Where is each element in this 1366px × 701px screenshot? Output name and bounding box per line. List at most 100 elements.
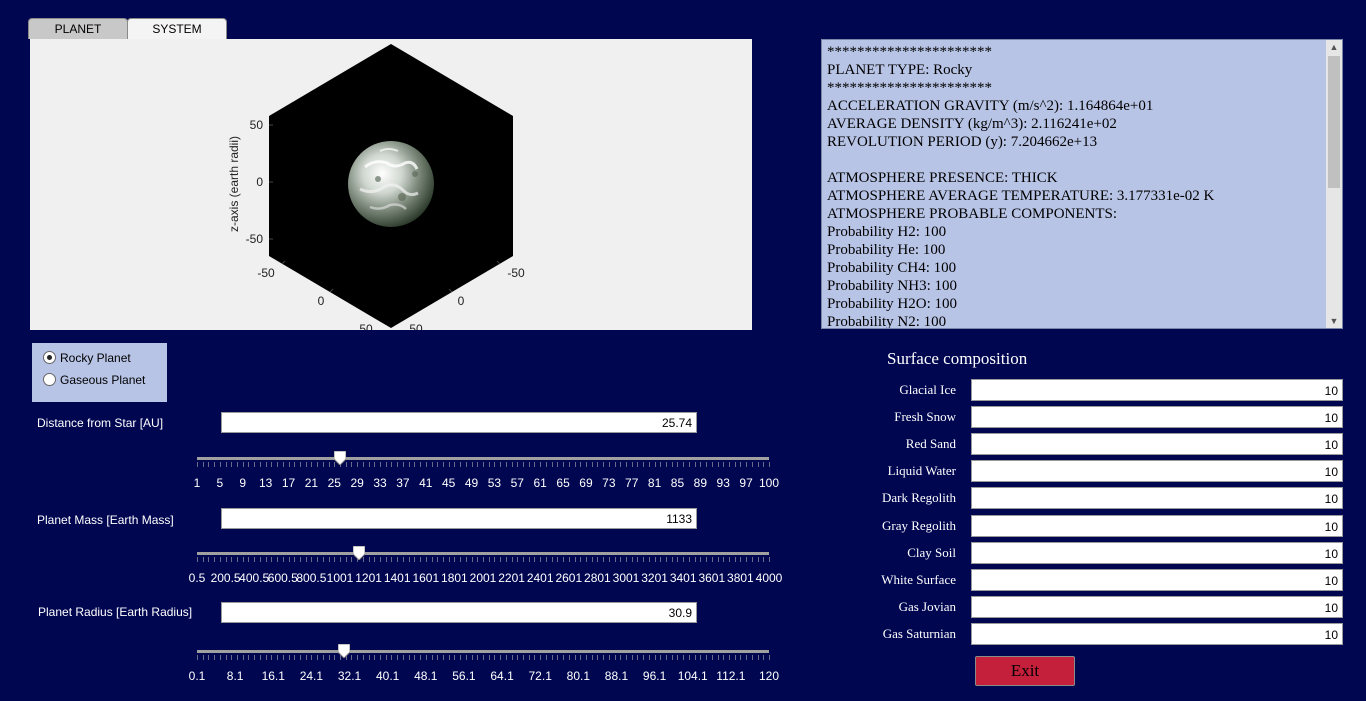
radius-tick-label: 56.1 — [452, 669, 476, 683]
radius-input[interactable]: 30.9 — [221, 602, 697, 623]
slider-tick-mark — [563, 655, 565, 660]
surface-input-gas-jovian[interactable]: 10 — [971, 596, 1343, 618]
distance-tick-label: 9 — [239, 476, 247, 490]
radius-slider[interactable] — [197, 650, 769, 653]
distance-tick-label: 29 — [350, 476, 364, 490]
slider-tick-mark — [471, 557, 473, 562]
surface-input-white-surface[interactable]: 10 — [971, 569, 1343, 591]
scroll-down-icon[interactable]: ▼ — [1326, 314, 1342, 328]
slider-tick-mark — [277, 557, 279, 562]
slider-tick-mark — [311, 462, 313, 467]
slider-tick-mark — [402, 462, 404, 467]
slider-tick-mark — [728, 557, 730, 562]
slider-tick-mark — [334, 655, 336, 660]
slider-tick-mark — [362, 462, 364, 467]
slider-tick-mark — [454, 557, 456, 562]
radio-rocky-planet-dot[interactable] — [43, 351, 56, 364]
slider-tick-mark — [740, 557, 742, 562]
slider-tick-mark — [305, 462, 307, 467]
slider-tick-mark — [591, 462, 593, 467]
slider-tick-mark — [563, 462, 565, 467]
slider-tick-mark — [637, 655, 639, 660]
slider-tick-mark — [242, 655, 244, 660]
distance-slider-thumb[interactable] — [333, 451, 346, 465]
distance-tick-label: 25 — [327, 476, 341, 490]
surface-input-gas-saturnian[interactable]: 10 — [971, 623, 1343, 645]
distance-tick-label: 49 — [464, 476, 479, 490]
radius-slider-thumb[interactable] — [337, 644, 350, 658]
radio-gaseous-planet[interactable]: Gaseous Planet — [43, 373, 145, 387]
slider-tick-mark — [551, 462, 553, 467]
scroll-up-icon[interactable]: ▲ — [1326, 40, 1342, 54]
radio-gaseous-planet-dot[interactable] — [43, 373, 56, 386]
slider-tick-mark — [460, 462, 462, 467]
console-scrollbar[interactable]: ▲ ▼ — [1326, 40, 1342, 328]
mass-slider-ticks — [197, 557, 770, 563]
distance-tick-label: 77 — [625, 476, 639, 490]
slider-tick-mark — [614, 655, 616, 660]
console-lines: ********************** PLANET TYPE: Rocky… — [827, 43, 1322, 328]
mass-tick-label: 2601 — [555, 571, 583, 585]
slider-tick-mark — [728, 655, 730, 660]
distance-tick-label: 57 — [510, 476, 524, 490]
slider-tick-mark — [391, 655, 393, 660]
planet-info-console[interactable]: ********************** PLANET TYPE: Rocky… — [821, 39, 1343, 329]
distance-tick-label: 17 — [281, 476, 296, 490]
slider-tick-mark — [477, 655, 479, 660]
radius-tick-label: 32.1 — [337, 669, 362, 683]
surface-input-clay-soil[interactable]: 10 — [971, 542, 1343, 564]
radio-rocky-planet[interactable]: Rocky Planet — [43, 351, 131, 365]
slider-tick-mark — [431, 557, 433, 562]
radius-tick-label: 0.1 — [188, 669, 206, 683]
distance-input[interactable]: 25.74 — [221, 412, 697, 433]
distance-tick-label: 41 — [419, 476, 433, 490]
slider-tick-mark — [683, 462, 685, 467]
slider-tick-mark — [237, 462, 239, 467]
slider-tick-mark — [677, 557, 679, 562]
slider-tick-mark — [208, 462, 210, 467]
slider-tick-mark — [597, 462, 599, 467]
slider-tick-mark — [219, 557, 221, 562]
surface-input-red-sand[interactable]: 10 — [971, 433, 1343, 455]
slider-tick-mark — [585, 462, 587, 467]
slider-tick-mark — [700, 462, 702, 467]
mass-input[interactable]: 1133 — [221, 508, 697, 529]
slider-tick-mark — [277, 655, 279, 660]
mass-tick-label: 4000 — [755, 571, 783, 585]
slider-tick-mark — [580, 655, 582, 660]
planet-plot-svg: z-axis (earth radii) 50 0 -50 -50 0 50 -… — [227, 44, 525, 330]
slider-tick-mark — [643, 462, 645, 467]
mass-slider[interactable] — [197, 552, 769, 555]
mass-slider-thumb[interactable] — [352, 546, 365, 560]
slider-tick-mark — [351, 655, 353, 660]
slider-tick-mark — [688, 557, 690, 562]
slider-tick-mark — [494, 462, 496, 467]
mass-tick-label: 1601 — [412, 571, 440, 585]
slider-tick-mark — [483, 462, 484, 467]
distance-tick-label: 97 — [739, 476, 753, 490]
exit-button[interactable]: Exit — [975, 656, 1075, 686]
surface-input-gray-regolith[interactable]: 10 — [971, 515, 1343, 537]
tab-planet[interactable]: PLANET — [28, 18, 128, 39]
surface-input-dark-regolith[interactable]: 10 — [971, 487, 1343, 509]
slider-tick-mark — [711, 655, 713, 660]
surface-input-liquid-water[interactable]: 10 — [971, 460, 1343, 482]
slider-tick-mark — [288, 557, 290, 562]
slider-tick-mark — [408, 462, 410, 467]
planet-plot-axes[interactable]: z-axis (earth radii) 50 0 -50 -50 0 50 -… — [30, 39, 752, 330]
slider-tick-mark — [334, 557, 336, 562]
distance-slider[interactable] — [197, 457, 769, 460]
tab-system[interactable]: SYSTEM — [127, 18, 227, 39]
mass-tick-label: 1401 — [383, 571, 411, 585]
slider-tick-mark — [225, 462, 227, 467]
slider-tick-mark — [368, 655, 370, 660]
distance-slider-ticks — [197, 462, 770, 468]
surface-input-glacial-ice[interactable]: 10 — [971, 379, 1343, 401]
surface-input-fresh-snow[interactable]: 10 — [971, 406, 1343, 428]
slider-tick-mark — [351, 462, 353, 467]
radio-gaseous-planet-label: Gaseous Planet — [60, 373, 146, 387]
distance-tick-label: 61 — [533, 476, 547, 490]
scrollbar-thumb[interactable] — [1328, 56, 1340, 188]
slider-tick-mark — [420, 557, 422, 562]
slider-tick-mark — [317, 655, 319, 660]
